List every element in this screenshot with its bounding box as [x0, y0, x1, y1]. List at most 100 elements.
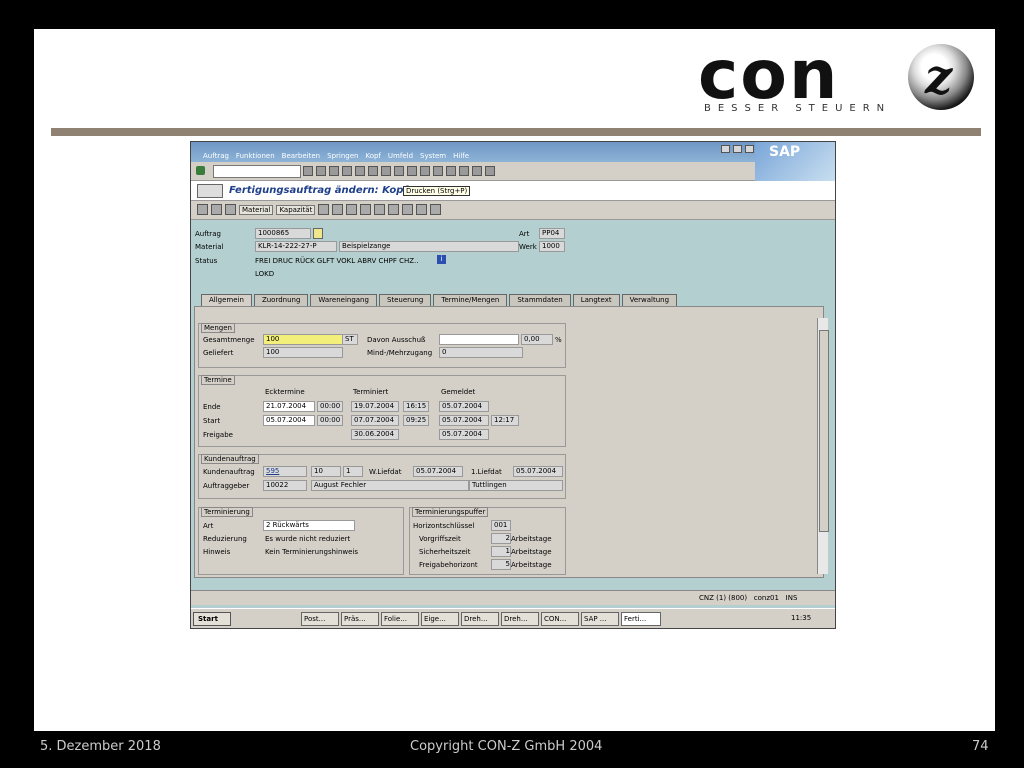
freigabehorizont-unit: Arbeitstage: [511, 561, 552, 569]
start-eck-date[interactable]: 05.07.2004: [263, 415, 315, 426]
ausschuss-label: Davon Ausschuß: [367, 336, 426, 344]
auftrag-field[interactable]: 1000865: [255, 228, 311, 239]
shortcut-icon[interactable]: [459, 166, 469, 176]
art-label: Art: [519, 230, 530, 238]
material-button[interactable]: Material: [239, 204, 274, 215]
save-icon[interactable]: [303, 166, 313, 176]
vorgriffszeit-field: 2: [491, 533, 511, 544]
tooltip: Drucken (Strg+P): [403, 186, 471, 196]
cancel-icon[interactable]: [342, 166, 352, 176]
new-session-icon[interactable]: [446, 166, 456, 176]
first-page-icon[interactable]: [394, 166, 404, 176]
werk-field[interactable]: 1000: [539, 241, 565, 252]
header-icon[interactable]: [197, 184, 223, 198]
status-label: Status: [195, 257, 218, 265]
find-next-icon[interactable]: [381, 166, 391, 176]
ausschuss-percent[interactable]: 0,00: [521, 334, 553, 345]
sicherheitszeit-field: 1: [491, 546, 511, 557]
logo-tagline: BESSER STEUERN: [704, 103, 892, 114]
close-icon[interactable]: [745, 145, 754, 153]
task-post[interactable]: Post...: [301, 612, 339, 626]
menu-auftrag[interactable]: Auftrag: [203, 152, 229, 160]
menu-bearbeiten[interactable]: Bearbeiten: [282, 152, 320, 160]
task-folie[interactable]: Folie...: [381, 612, 419, 626]
help-icon[interactable]: [472, 166, 482, 176]
percent-sign: %: [555, 336, 562, 344]
system-info: CNZ (1) (800): [699, 594, 748, 602]
maximize-icon[interactable]: [733, 145, 742, 153]
kundenauftrag-group: Kundenauftrag: [198, 454, 566, 499]
menu-umfeld[interactable]: Umfeld: [388, 152, 413, 160]
terminierung-art-field[interactable]: 2 Rückwärts: [263, 520, 355, 531]
next-page-icon[interactable]: [420, 166, 430, 176]
ausschuss-field[interactable]: [439, 334, 519, 345]
task-sap[interactable]: SAP ...: [581, 612, 619, 626]
copy-icon[interactable]: [211, 204, 222, 215]
start-button[interactable]: Start: [193, 612, 231, 626]
menu-hilfe[interactable]: Hilfe: [453, 152, 469, 160]
start-eck-time[interactable]: 00:00: [317, 415, 343, 426]
task-dreh-2[interactable]: Dreh...: [501, 612, 539, 626]
terminierung-art-label: Art: [203, 522, 214, 530]
enter-icon[interactable]: [196, 166, 205, 175]
structure-icon[interactable]: [318, 204, 330, 215]
menu-kopf[interactable]: Kopf: [365, 152, 380, 160]
start-term-date: 07.07.2004: [351, 415, 399, 426]
release-icon[interactable]: [360, 204, 372, 215]
horizontschluessel-field[interactable]: 001: [491, 520, 511, 531]
mehrzugang-field: 0: [439, 347, 523, 358]
kundenauftrag-field[interactable]: 595: [263, 466, 307, 477]
print-icon[interactable]: [355, 166, 365, 176]
system-toolbar: [191, 162, 755, 181]
menu-springen[interactable]: Springen: [327, 152, 358, 160]
art-field[interactable]: PP04: [539, 228, 565, 239]
gesamtmenge-field[interactable]: 100: [263, 334, 343, 345]
capacity-button[interactable]: Kapazität: [276, 204, 316, 215]
menu-system[interactable]: System: [420, 152, 446, 160]
mengen-caption: Mengen: [201, 323, 235, 333]
menu-funktionen[interactable]: Funktionen: [236, 152, 275, 160]
doc-icon[interactable]: [346, 204, 358, 215]
command-field[interactable]: [213, 165, 301, 178]
task-ferti[interactable]: Ferti...: [621, 612, 661, 626]
task-eige[interactable]: Eige...: [421, 612, 459, 626]
werk-label: Werk: [519, 243, 537, 251]
ecktermine-header: Ecktermine: [265, 388, 305, 396]
input-mode: INS: [785, 594, 798, 602]
material-field[interactable]: KLR-14-222-27-P: [255, 241, 337, 252]
edit-icon[interactable]: [197, 204, 208, 215]
table-icon[interactable]: [416, 204, 428, 215]
exit-icon[interactable]: [329, 166, 339, 176]
taskbar-clock: 11:35: [791, 614, 812, 622]
edit-order-icon[interactable]: [313, 228, 323, 239]
footer-page-number: 74: [972, 739, 989, 754]
sicherheitszeit-label: Sicherheitszeit: [419, 548, 471, 556]
last-page-icon[interactable]: [433, 166, 443, 176]
back-icon[interactable]: [316, 166, 326, 176]
sap-logo: SAP: [755, 142, 835, 182]
status-value: FREI DRUC RÜCK GLFT VOKL ABRV CHPF CHZ..: [255, 257, 419, 265]
print-order-icon[interactable]: [332, 204, 344, 215]
task-dreh-1[interactable]: Dreh...: [461, 612, 499, 626]
ende-term-date: 19.07.2004: [351, 401, 399, 412]
vertical-scrollbar[interactable]: [817, 318, 829, 574]
sicherheitszeit-unit: Arbeitstage: [511, 548, 552, 556]
overview-icon[interactable]: [430, 204, 442, 215]
list-icon[interactable]: [374, 204, 386, 215]
ende-eck-date[interactable]: 21.07.2004: [263, 401, 315, 412]
kundenauftrag-einteilung: 1: [343, 466, 363, 477]
task-praes[interactable]: Präs...: [341, 612, 379, 626]
sap-window: Auftrag Funktionen Bearbeiten Springen K…: [190, 141, 836, 629]
prev-page-icon[interactable]: [407, 166, 417, 176]
layout-icon[interactable]: [485, 166, 495, 176]
info-icon[interactable]: i: [437, 255, 446, 264]
kundenauftrag-label: Kundenauftrag: [203, 468, 255, 476]
find-icon[interactable]: [368, 166, 378, 176]
operations-icon[interactable]: [225, 204, 236, 215]
calendar-icon[interactable]: [388, 204, 400, 215]
ende-eck-time[interactable]: 00:00: [317, 401, 343, 412]
settings-icon[interactable]: [402, 204, 414, 215]
minimize-icon[interactable]: [721, 145, 730, 153]
user-info: conz01: [753, 594, 779, 602]
task-con[interactable]: CON...: [541, 612, 579, 626]
